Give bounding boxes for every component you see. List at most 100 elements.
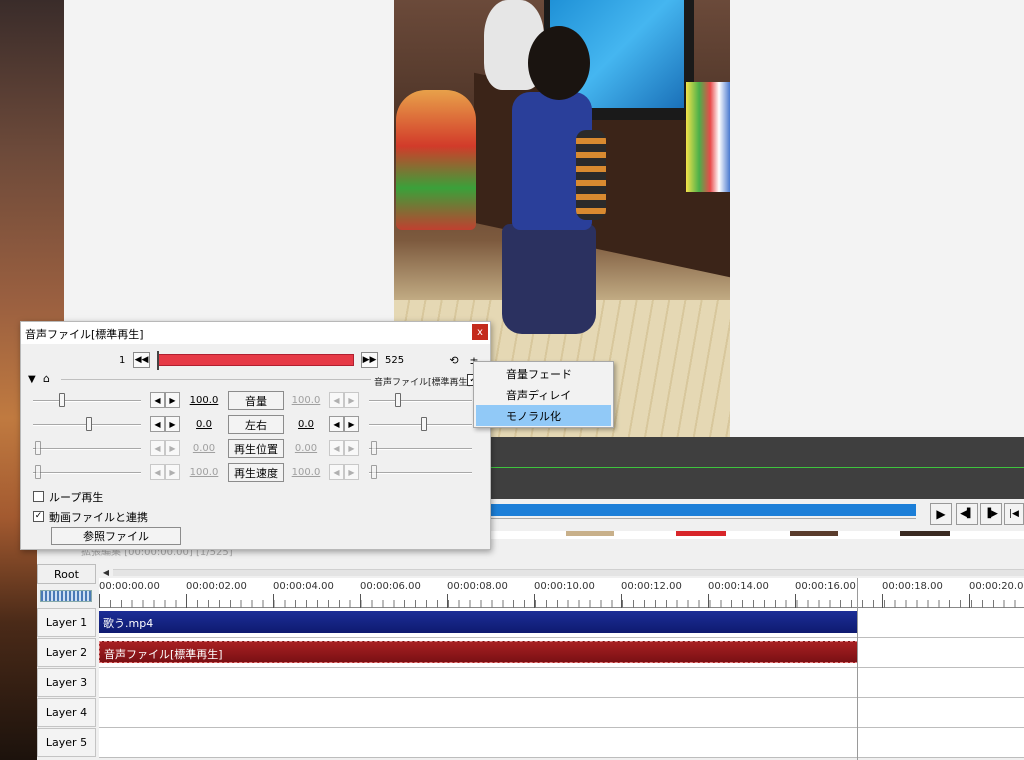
arrow-left-icon[interactable]: ◀ bbox=[150, 416, 165, 432]
playback-bar: ▶ ◀▌ ▐▶ |◀ bbox=[490, 499, 1024, 531]
arrow-right-icon[interactable]: ▶ bbox=[165, 392, 180, 408]
volume-value-left[interactable]: 100.0 bbox=[187, 395, 221, 406]
arrow-left-icon[interactable]: ◀ bbox=[329, 440, 344, 456]
frame-range-bar[interactable] bbox=[157, 351, 354, 370]
to-start-button[interactable]: |◀ bbox=[1004, 503, 1024, 525]
volume-spin-right[interactable]: ◀ ▶ bbox=[329, 392, 359, 408]
menu-item-audio-delay[interactable]: 音声ディレイ bbox=[476, 384, 611, 405]
speed-value-left[interactable]: 100.0 bbox=[187, 467, 221, 478]
prev-frame-button[interactable]: ◀▌ bbox=[956, 503, 978, 525]
layer-label[interactable]: Layer 5 bbox=[37, 728, 96, 757]
position-value-left[interactable]: 0.00 bbox=[187, 443, 221, 454]
volume-slider-left[interactable] bbox=[33, 400, 141, 402]
menu-item-mono[interactable]: モノラル化 bbox=[476, 405, 611, 426]
speed-slider-left[interactable] bbox=[33, 472, 141, 474]
layer-row-2: Layer 2 音声ファイル[標準再生] bbox=[37, 638, 1024, 668]
layer-row-3: Layer 3 bbox=[37, 668, 1024, 698]
pan-slider-left-thumb[interactable] bbox=[86, 417, 92, 431]
arrow-left-icon[interactable]: ◀ bbox=[150, 392, 165, 408]
arrow-left-icon[interactable]: ◀ bbox=[150, 464, 165, 480]
arrow-right-icon[interactable]: ▶ bbox=[344, 440, 359, 456]
frame-first-button[interactable]: ◀◀ bbox=[133, 352, 150, 368]
reference-file-button[interactable]: 参照ファイル bbox=[51, 527, 181, 545]
time-label: 00:00:16.00 bbox=[795, 581, 856, 592]
volume-slider-left-thumb[interactable] bbox=[59, 393, 65, 407]
pan-button[interactable]: 左右 bbox=[228, 415, 284, 434]
seek-baseline bbox=[490, 518, 916, 519]
mouse-icon: ⌂ bbox=[43, 372, 50, 385]
volume-button[interactable]: 音量 bbox=[228, 391, 284, 410]
volume-slider-right-thumb[interactable] bbox=[395, 393, 401, 407]
collapse-arrow-icon[interactable]: ▼ bbox=[28, 374, 36, 385]
zoom-slider[interactable] bbox=[40, 590, 92, 602]
speed-slider-right[interactable] bbox=[369, 472, 472, 474]
arrow-right-icon[interactable]: ▶ bbox=[165, 464, 180, 480]
position-spin-left[interactable]: ◀ ▶ bbox=[150, 440, 180, 456]
position-spin-right[interactable]: ◀ ▶ bbox=[329, 440, 359, 456]
position-button[interactable]: 再生位置 bbox=[228, 439, 284, 458]
speed-button[interactable]: 再生速度 bbox=[228, 463, 284, 482]
pan-spin-right[interactable]: ◀ ▶ bbox=[329, 416, 359, 432]
layer-lane[interactable] bbox=[99, 728, 1024, 758]
close-icon: x bbox=[477, 326, 483, 338]
volume-value-right[interactable]: 100.0 bbox=[289, 395, 323, 406]
pan-spin-left[interactable]: ◀ ▶ bbox=[150, 416, 180, 432]
arrow-left-icon[interactable]: ◀ bbox=[150, 440, 165, 456]
layer-label[interactable]: Layer 4 bbox=[37, 698, 96, 727]
layer-label[interactable]: Layer 2 bbox=[37, 638, 96, 667]
speed-spin-left[interactable]: ◀ ▶ bbox=[150, 464, 180, 480]
ruler-major-tick bbox=[795, 594, 796, 608]
layer-lane[interactable] bbox=[99, 668, 1024, 698]
root-button[interactable]: Root bbox=[37, 564, 96, 584]
layer-lane[interactable]: 歌う.mp4 bbox=[99, 608, 1024, 638]
layer-label[interactable]: Layer 3 bbox=[37, 668, 96, 697]
arrow-right-icon[interactable]: ▶ bbox=[344, 464, 359, 480]
pan-value-right[interactable]: 0.0 bbox=[289, 419, 323, 430]
arrow-right-icon[interactable]: ▶ bbox=[165, 440, 180, 456]
close-button[interactable]: x bbox=[472, 324, 488, 340]
arrow-left-icon[interactable]: ◀ bbox=[329, 464, 344, 480]
layer-lane[interactable] bbox=[99, 698, 1024, 728]
arrow-right-icon[interactable]: ▶ bbox=[165, 416, 180, 432]
ruler-major-tick bbox=[360, 594, 361, 608]
speed-spin-right[interactable]: ◀ ▶ bbox=[329, 464, 359, 480]
speed-slider-right-thumb[interactable] bbox=[371, 465, 377, 479]
frame-last-button[interactable]: ▶▶ bbox=[361, 352, 378, 368]
scroll-left-arrow-icon[interactable]: ◀ bbox=[99, 566, 113, 578]
time-ruler[interactable]: 00:00:00.00 00:00:02.00 00:00:04.00 00:0… bbox=[99, 578, 1024, 608]
next-frame-button[interactable]: ▐▶ bbox=[980, 503, 1002, 525]
seek-bar[interactable] bbox=[490, 504, 916, 516]
dialog-titlebar[interactable]: 音声ファイル[標準再生] x bbox=[21, 322, 490, 344]
loop-checkbox[interactable] bbox=[33, 491, 44, 502]
pan-slider-right-thumb[interactable] bbox=[421, 417, 427, 431]
speed-value-right[interactable]: 100.0 bbox=[289, 467, 323, 478]
layer-label[interactable]: Layer 1 bbox=[37, 608, 96, 637]
position-slider-left-thumb[interactable] bbox=[35, 441, 41, 455]
audio-clip[interactable]: 音声ファイル[標準再生] bbox=[99, 641, 858, 663]
link-video-label: 動画ファイルと連携 bbox=[49, 511, 148, 524]
pan-value-left[interactable]: 0.0 bbox=[187, 419, 221, 430]
horizontal-scrollbar[interactable] bbox=[113, 569, 1024, 576]
video-child-legs bbox=[502, 224, 596, 334]
speed-slider-left-thumb[interactable] bbox=[35, 465, 41, 479]
arrow-right-icon[interactable]: ▶ bbox=[344, 392, 359, 408]
position-slider-right[interactable] bbox=[369, 448, 472, 450]
frame-cursor[interactable] bbox=[157, 351, 159, 370]
position-value-right[interactable]: 0.00 bbox=[289, 443, 323, 454]
position-slider-right-thumb[interactable] bbox=[371, 441, 377, 455]
prev-frame-icon: ◀▌ bbox=[960, 508, 974, 519]
menu-item-volume-fade[interactable]: 音量フェード bbox=[476, 363, 611, 384]
position-slider-left[interactable] bbox=[33, 448, 141, 450]
time-label: 00:00:06.00 bbox=[360, 581, 421, 592]
arrow-left-icon[interactable]: ◀ bbox=[329, 392, 344, 408]
volume-slider-right[interactable] bbox=[369, 400, 472, 402]
layer-lane[interactable]: 音声ファイル[標準再生] bbox=[99, 638, 1024, 668]
guide-line bbox=[490, 467, 1024, 468]
arrow-right-icon[interactable]: ▶ bbox=[344, 416, 359, 432]
link-icon[interactable]: ⟲ bbox=[447, 352, 461, 368]
video-clip[interactable]: 歌う.mp4 bbox=[99, 611, 858, 633]
link-video-checkbox[interactable]: ✓ bbox=[33, 511, 44, 522]
volume-spin-left[interactable]: ◀ ▶ bbox=[150, 392, 180, 408]
play-button[interactable]: ▶ bbox=[930, 503, 952, 525]
arrow-left-icon[interactable]: ◀ bbox=[329, 416, 344, 432]
